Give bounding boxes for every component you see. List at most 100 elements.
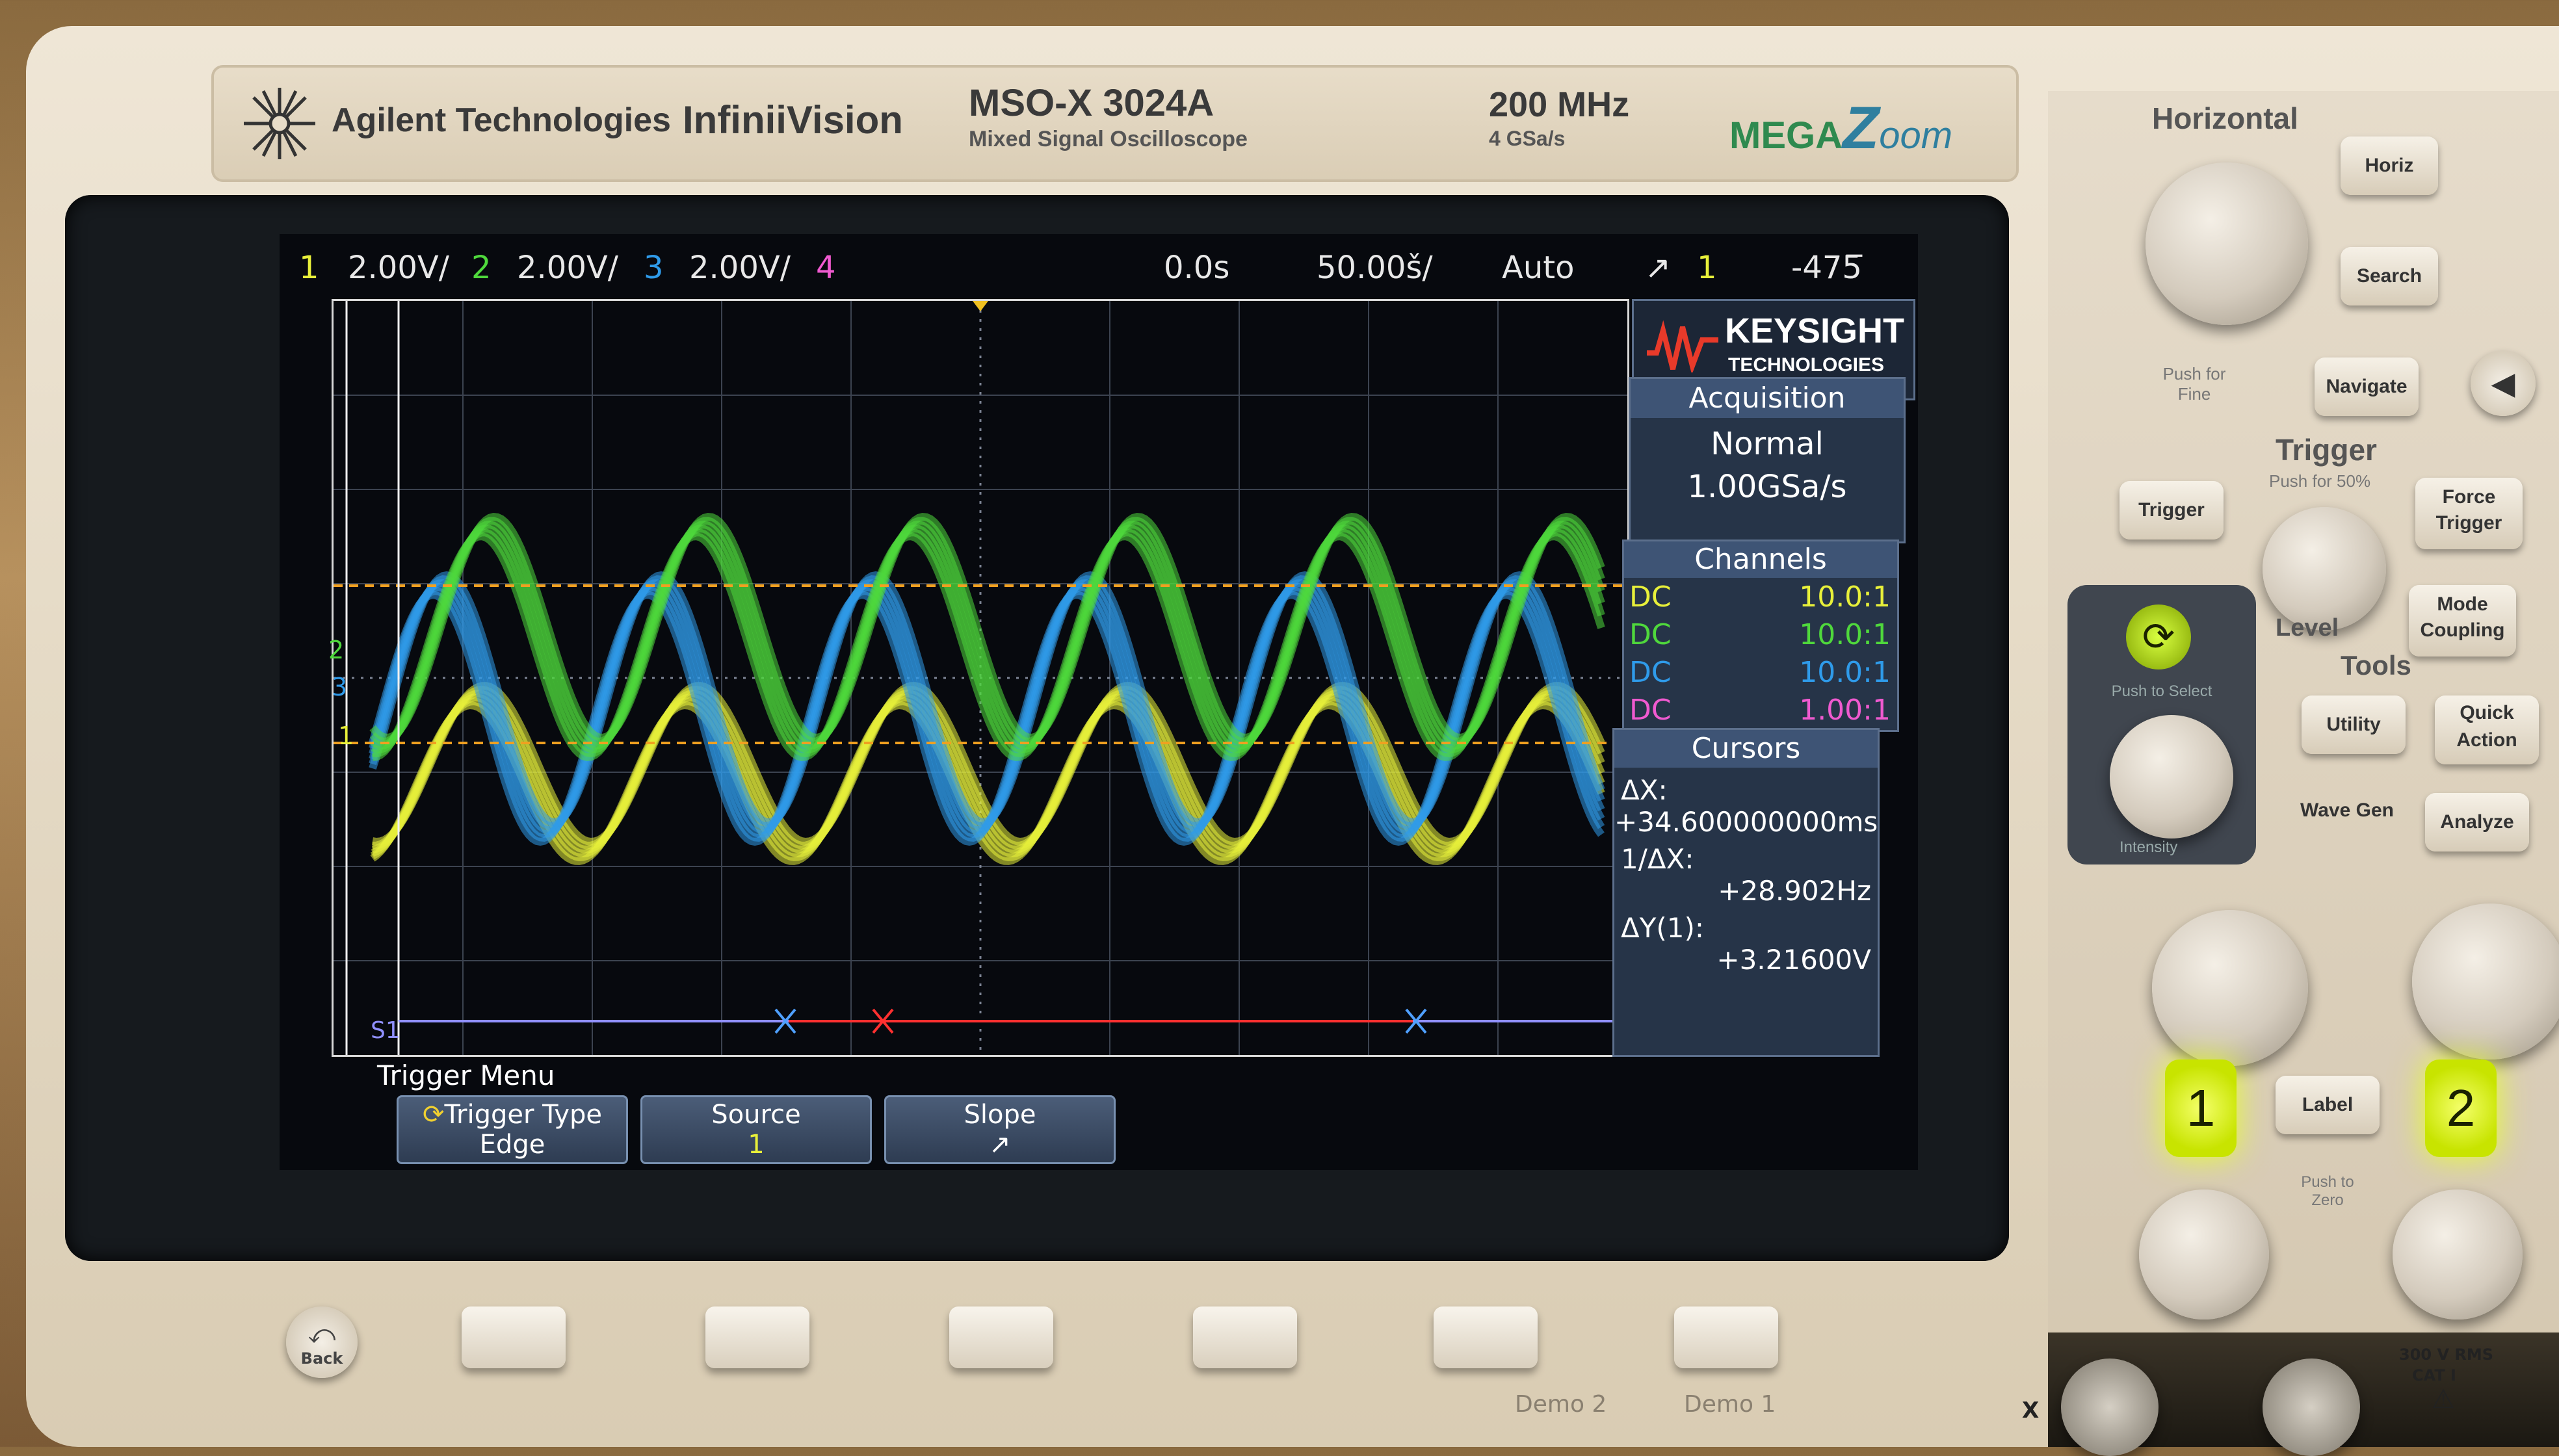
- ch2-scale-knob[interactable]: [2412, 904, 2559, 1060]
- push-to-select-label: Push to Select: [2111, 682, 2212, 700]
- cursors-panel[interactable]: Cursors ΔX: +34.600000000ms 1/ΔX: +28.90…: [1612, 728, 1880, 1057]
- push-for-fine-label: Push for Fine: [2162, 364, 2226, 404]
- trigger-mode[interactable]: Auto: [1502, 250, 1574, 286]
- cursors-title: Cursors: [1614, 730, 1878, 768]
- sample-rate-label: 4 GSa/s: [1489, 127, 1566, 150]
- softkey-2-button[interactable]: [705, 1306, 809, 1368]
- acquisition-mode: Normal: [1711, 426, 1824, 462]
- trigger-section-label: Trigger: [2276, 433, 2377, 467]
- ch2-probe: 10.0:1: [1799, 618, 1891, 651]
- softkey-source-label: Source: [711, 1100, 801, 1130]
- delta-y-value: +3.21600V: [1716, 944, 1871, 976]
- acquisition-panel[interactable]: Acquisition Normal 1.00GSa/s: [1629, 377, 1906, 543]
- horizontal-section-label: Horizontal: [2152, 101, 2298, 135]
- warning-triangle-icon: ⚠: [2432, 1384, 2455, 1414]
- delta-y-label: ΔY(1):: [1621, 912, 1705, 944]
- status-bar: 1 2.00V/ 2 2.00V/ 3 2.00V/ 4 0.0s 50.00š…: [280, 240, 1918, 299]
- ch2-scale[interactable]: 2.00V/: [517, 250, 618, 286]
- branding-strip: Agilent Technologies InfiniiVision MSO-X…: [211, 65, 2019, 182]
- analyze-button[interactable]: Analyze: [2425, 793, 2529, 852]
- trigger-level-knob[interactable]: [2263, 507, 2386, 630]
- softkey-3-button[interactable]: [949, 1306, 1053, 1368]
- ch2-position-knob[interactable]: [2393, 1190, 2523, 1320]
- model-subtitle: Mixed Signal Oscilloscope: [969, 127, 1248, 151]
- waveform-graticule[interactable]: [332, 299, 1629, 1057]
- horizontal-delay[interactable]: 0.0s: [1164, 250, 1229, 286]
- ch2-channel-button[interactable]: 2: [2425, 1060, 2497, 1157]
- ch3-scale[interactable]: 2.00V/: [689, 250, 791, 286]
- menu-title: Trigger Menu: [377, 1060, 555, 1091]
- front-panel-controls: Horizontal Horiz Search Push for Fine Na…: [2022, 91, 2559, 1456]
- label-button[interactable]: Label: [2276, 1076, 2380, 1134]
- intensity-label: Intensity: [2119, 838, 2178, 856]
- softkey-source[interactable]: Source 1: [640, 1095, 872, 1164]
- timebase-scale[interactable]: 50.00š/: [1317, 250, 1433, 286]
- softkey-trigger-type[interactable]: ⟳Trigger Type Edge: [397, 1095, 628, 1164]
- force-trigger-button[interactable]: Force Trigger: [2415, 478, 2523, 549]
- megazoom-prefix: MEGA: [1729, 114, 1843, 157]
- horizontal-scale-knob[interactable]: [2146, 162, 2308, 325]
- navigate-back-arrow-icon[interactable]: ◀: [2471, 351, 2536, 416]
- ch2-ground-marker[interactable]: 2: [328, 636, 344, 664]
- softkey-source-value: 1: [748, 1130, 765, 1160]
- ch4-probe: 1.00:1: [1799, 694, 1891, 727]
- mode-coupling-button[interactable]: Mode Coupling: [2409, 585, 2516, 656]
- channel-row-4: DC 1.00:1: [1624, 691, 1897, 729]
- channels-panel[interactable]: Channels DC 10.0:1 DC 10.0:1 DC 10.0:1 D…: [1622, 540, 1899, 732]
- ch1-ground-marker[interactable]: 1: [338, 722, 354, 750]
- trigger-position-marker: [973, 301, 988, 311]
- search-button[interactable]: Search: [2341, 247, 2438, 306]
- megazoom-z-glyph: Z: [1843, 95, 1880, 161]
- channel-row-1: DC 10.0:1: [1624, 578, 1897, 616]
- level-label: Level: [2276, 614, 2339, 642]
- trigger-level[interactable]: -475̅: [1791, 250, 1862, 286]
- ch1-position-knob[interactable]: [2139, 1190, 2269, 1320]
- navigate-button[interactable]: Navigate: [2315, 358, 2419, 416]
- softkey-trigger-type-value: Edge: [479, 1130, 545, 1160]
- softkey-slope[interactable]: Slope ↗: [884, 1095, 1116, 1164]
- back-button[interactable]: ⤺ Back: [286, 1306, 358, 1378]
- rotate-knob-icon: ⟳: [422, 1100, 445, 1130]
- softkey-slope-value: ↗: [989, 1130, 1011, 1160]
- entry-knob-indicator-icon: ⟳: [2126, 604, 2191, 670]
- input-connector-strip: X Y 300 V RMS CAT I ⚠: [2022, 1332, 2559, 1456]
- keysight-logo-subtext: TECHNOLOGIES: [1728, 354, 1885, 376]
- utility-button[interactable]: Utility: [2302, 696, 2406, 754]
- softkey-6-button[interactable]: [1674, 1306, 1778, 1368]
- entry-knob[interactable]: [2110, 715, 2233, 838]
- keysight-wave-logo-icon: [1647, 320, 1718, 372]
- brand-name: Agilent Technologies: [332, 101, 671, 139]
- series-name: InfiniiVision: [683, 98, 903, 142]
- softkey-4-button[interactable]: [1193, 1306, 1297, 1368]
- inverse-delta-x-value: +28.902Hz: [1718, 875, 1871, 907]
- trigger-button[interactable]: Trigger: [2119, 481, 2224, 540]
- softkey-trigger-type-top: Trigger Type: [444, 1100, 603, 1130]
- rms-rating-label: 300 V RMS: [2399, 1346, 2494, 1364]
- graticule-svg: [334, 301, 1627, 1055]
- channels-title: Channels: [1624, 541, 1897, 578]
- ch3-probe: 10.0:1: [1799, 656, 1891, 689]
- entry-knob-panel: ⟳ Push to Select Intensity: [2067, 585, 2256, 864]
- inverse-delta-x-label: 1/ΔX:: [1621, 843, 1694, 875]
- tools-section-label: Tools: [2341, 650, 2411, 681]
- megazoom-suffix: oom: [1879, 114, 1953, 157]
- trigger-source: 1: [1697, 250, 1717, 286]
- push-for-50-label: Push for 50%: [2269, 471, 2371, 491]
- back-arrow-icon: ⤺: [308, 1320, 336, 1349]
- ch1-scale[interactable]: 2.00V/: [348, 250, 449, 286]
- ch1-channel-button[interactable]: 1: [2165, 1060, 2237, 1157]
- ch2-coupling: DC: [1629, 618, 1672, 651]
- quick-action-button[interactable]: Quick Action: [2435, 696, 2539, 764]
- demo2-terminal-label: Demo 2: [1515, 1391, 1607, 1418]
- wave-gen-button[interactable]: Wave Gen: [2295, 793, 2399, 862]
- ch1-scale-knob[interactable]: [2152, 910, 2308, 1066]
- delta-x-label: ΔX:: [1621, 774, 1668, 806]
- ch3-ground-marker[interactable]: 3: [332, 673, 347, 701]
- softkey-5-button[interactable]: [1434, 1306, 1538, 1368]
- softkey-1-button[interactable]: [462, 1306, 566, 1368]
- agilent-spark-logo-icon: [244, 88, 315, 159]
- horiz-button[interactable]: Horiz: [2341, 136, 2438, 195]
- cat-rating-label: CAT I: [2412, 1366, 2456, 1384]
- ch1-bnc-connector-icon[interactable]: [2061, 1358, 2159, 1456]
- ch2-bnc-connector-icon[interactable]: [2263, 1358, 2360, 1456]
